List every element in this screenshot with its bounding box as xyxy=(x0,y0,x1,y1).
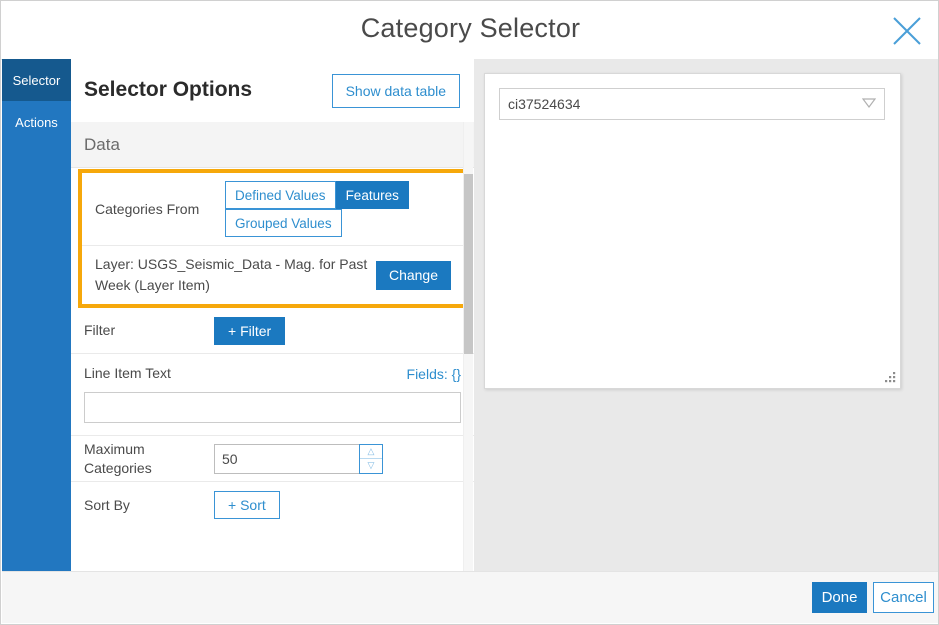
sidebar-tab-rail: Selector Actions xyxy=(2,59,71,574)
preview-pane: ci37524634 xyxy=(474,59,938,574)
change-layer-button[interactable]: Change xyxy=(375,260,451,290)
add-sort-button[interactable]: + Sort xyxy=(214,491,280,519)
maximum-categories-input[interactable] xyxy=(214,443,359,474)
sort-by-control: + Sort xyxy=(214,491,461,519)
line-item-text-input[interactable] xyxy=(84,392,461,423)
line-item-text-row: Line Item Text Fields: {} xyxy=(71,354,474,436)
categories-from-label: Categories From xyxy=(95,200,200,217)
dialog-footer: Done Cancel xyxy=(2,571,938,623)
category-select-value: ci37524634 xyxy=(508,96,581,112)
sidebar-item-label: Actions xyxy=(15,114,58,130)
panel-scroll-content: Data Categories From Defined Values Feat… xyxy=(71,122,474,574)
categories-from-option-features[interactable]: Features xyxy=(335,181,409,209)
filter-control: + Filter xyxy=(214,316,461,345)
panel-header: Selector Options Show data table xyxy=(71,59,474,123)
panel-scrollbar-thumb[interactable] xyxy=(464,174,473,354)
cancel-button[interactable]: Cancel xyxy=(873,582,934,613)
sort-by-label: Sort By xyxy=(84,496,130,513)
show-data-table-button[interactable]: Show data table xyxy=(331,74,460,108)
filter-row: Filter + Filter xyxy=(71,308,474,354)
page-title: Category Selector xyxy=(360,13,581,43)
categories-from-option-grouped-values[interactable]: Grouped Values xyxy=(225,209,342,237)
sidebar-item-label: Selector xyxy=(12,72,61,88)
resize-grip-icon[interactable] xyxy=(883,371,897,385)
fields-link[interactable]: Fields: {} xyxy=(407,366,461,382)
categories-from-option-defined-values[interactable]: Defined Values xyxy=(225,181,336,209)
dialog-titlebar: Category Selector xyxy=(1,1,938,60)
close-icon[interactable] xyxy=(888,12,926,50)
selector-options-panel: Selector Options Show data table Data Ca… xyxy=(71,59,475,574)
section-header-label: Data xyxy=(84,134,120,154)
maximum-categories-row: Maximum Categories △ ▽ xyxy=(71,436,474,482)
panel-scrollbar[interactable] xyxy=(463,122,473,574)
maximum-categories-label: Maximum Categories xyxy=(84,440,152,476)
categories-from-row: Categories From Defined Values Features … xyxy=(82,173,464,246)
quantity-stepper: △ ▽ xyxy=(359,443,383,474)
line-item-text-label: Line Item Text xyxy=(84,365,171,381)
maximum-categories-control: △ ▽ xyxy=(214,443,461,474)
sort-by-row: Sort By + Sort xyxy=(71,482,474,528)
filter-label: Filter xyxy=(84,322,116,338)
triangle-down-icon[interactable]: ▽ xyxy=(360,459,382,473)
triangle-up-icon[interactable]: △ xyxy=(360,445,382,459)
layer-description: Layer: USGS_Seismic_Data - Mag. for Past… xyxy=(95,256,368,293)
categories-from-segmented-control: Defined Values Features Grouped Values xyxy=(225,173,451,245)
add-filter-button[interactable]: + Filter xyxy=(214,316,286,345)
highlighted-group: Categories From Defined Values Features … xyxy=(78,169,468,308)
category-select-dropdown[interactable]: ci37524634 xyxy=(499,88,885,120)
category-selector-dialog: Category Selector Selector Actions Selec… xyxy=(0,0,939,625)
layer-row: Layer: USGS_Seismic_Data - Mag. for Past… xyxy=(82,246,464,304)
done-button[interactable]: Done xyxy=(812,582,867,613)
section-header-data: Data xyxy=(71,122,474,168)
sidebar-item-selector[interactable]: Selector xyxy=(2,59,71,101)
preview-card: ci37524634 xyxy=(484,73,901,389)
chevron-down-icon[interactable] xyxy=(861,95,877,113)
sidebar-item-actions[interactable]: Actions xyxy=(2,101,71,143)
panel-title: Selector Options xyxy=(84,78,253,101)
